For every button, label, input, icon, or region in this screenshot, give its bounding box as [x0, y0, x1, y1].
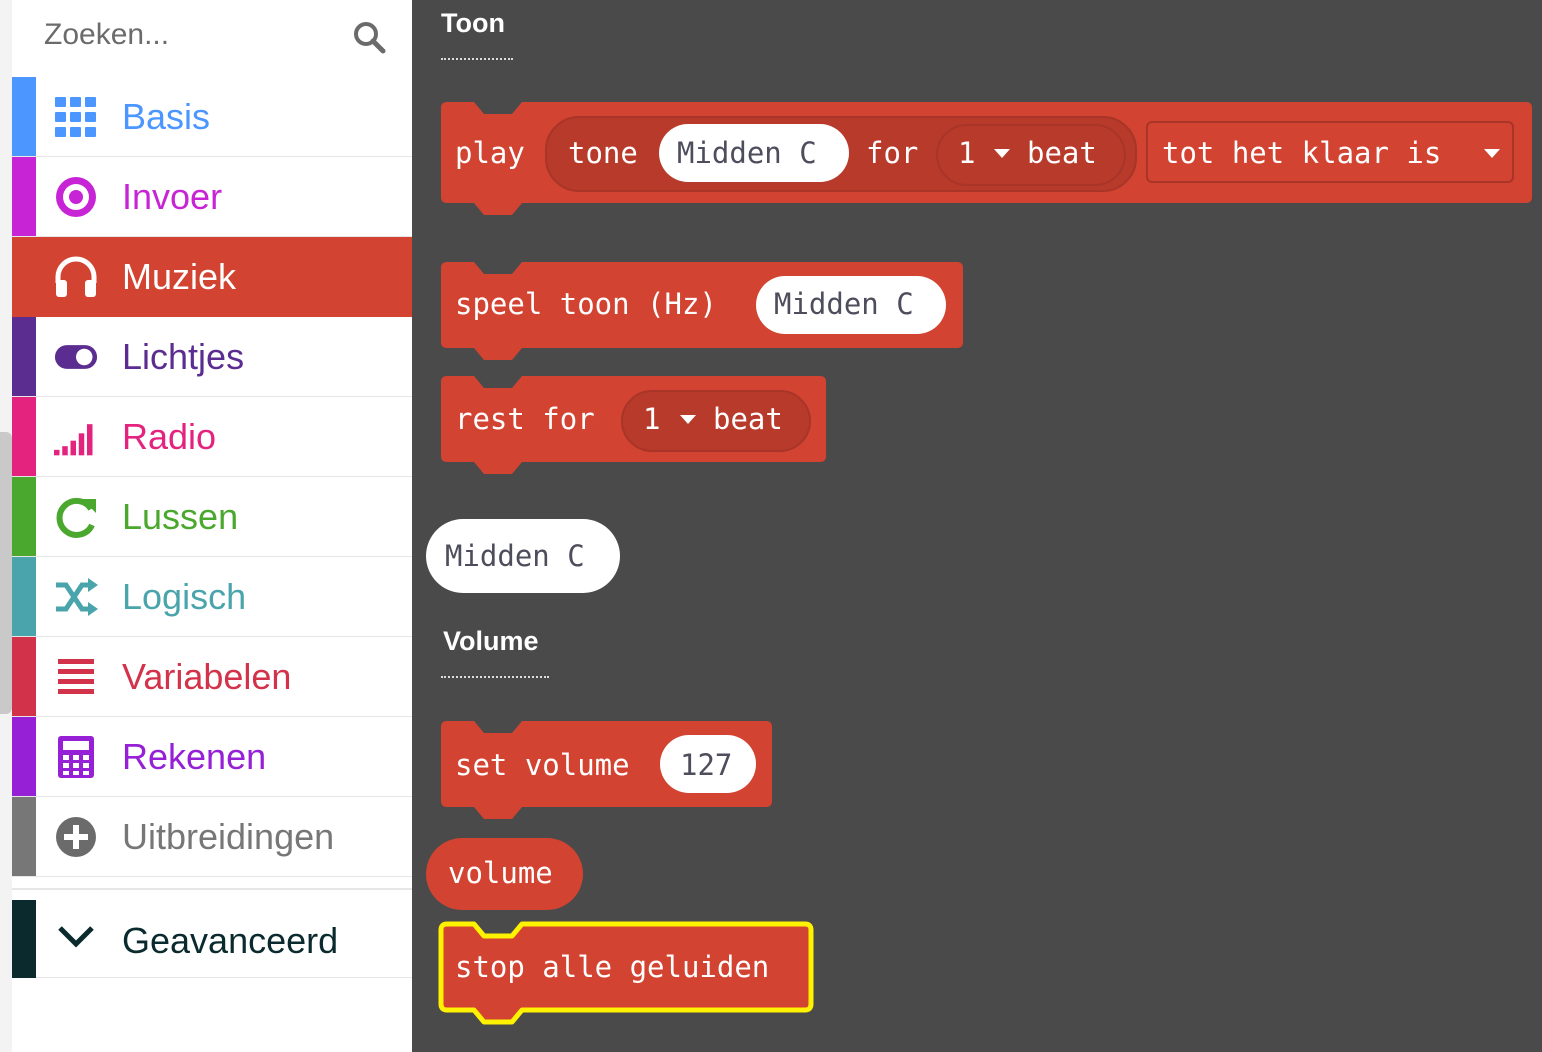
caret-down-icon — [1484, 149, 1500, 158]
category-variabelen[interactable]: Variabelen — [12, 637, 412, 717]
category-color-bar — [12, 77, 36, 156]
category-rekenen[interactable]: Rekenen — [12, 717, 412, 797]
category-label: Radio — [122, 416, 217, 457]
category-invoer[interactable]: Invoer — [12, 157, 412, 237]
category-color-bar — [12, 557, 36, 636]
sidebar-scroll-handle[interactable] — [0, 432, 12, 714]
category-muziek[interactable]: Muziek — [12, 237, 412, 317]
block-text: set volume — [455, 748, 630, 782]
category-label: Lussen — [122, 496, 239, 537]
plus-circle-icon — [56, 817, 96, 857]
heading-underline — [441, 58, 513, 60]
category-geavanceerd[interactable]: Geavanceerd — [12, 888, 412, 978]
section-heading-toon: Toon — [441, 8, 505, 38]
category-label: Rekenen — [122, 736, 267, 777]
category-label: Lichtjes — [122, 336, 245, 377]
toolbox-sidebar: Zoeken... Basis Invoer Muziek Lichtjes R… — [0, 0, 412, 1052]
blocks-flyout: Toon play tone Midden C for 1 beat tot h… — [412, 0, 1542, 1052]
category-color-bar — [12, 717, 36, 796]
heading-underline — [441, 676, 549, 678]
category-color-bar — [12, 237, 36, 316]
block-text: stop alle geluiden — [455, 950, 770, 984]
category-label: Logisch — [122, 576, 247, 617]
headphones-icon — [55, 256, 97, 297]
beat-value: 1 — [958, 136, 976, 170]
block-text-tone: tone — [568, 136, 638, 170]
category-color-bar — [12, 397, 36, 476]
block-text-beat: beat — [713, 402, 783, 436]
block-text-for: for — [866, 136, 919, 170]
volume-value: 127 — [680, 748, 733, 782]
caret-down-icon — [680, 415, 696, 424]
block-text-play: play — [455, 136, 525, 170]
category-uitbreidingen[interactable]: Uitbreidingen — [12, 797, 412, 877]
category-basis[interactable]: Basis — [12, 77, 412, 157]
category-label: Basis — [122, 96, 211, 137]
calculator-icon — [58, 736, 94, 778]
note-value: Midden C — [677, 136, 817, 170]
category-color-bar — [12, 637, 36, 716]
category-color-bar — [12, 797, 36, 876]
chevron-down-icon — [58, 926, 94, 948]
play-mode-value: tot het klaar is — [1162, 136, 1442, 170]
shuffle-icon — [56, 578, 98, 616]
beat-value: 1 — [643, 402, 661, 436]
category-label: Geavanceerd — [122, 920, 339, 961]
toggle-icon — [54, 345, 98, 369]
category-color-bar — [12, 317, 36, 396]
category-radio[interactable]: Radio — [12, 397, 412, 477]
note-value: Midden C — [774, 287, 914, 321]
category-label: Muziek — [122, 256, 237, 297]
target-icon — [56, 177, 96, 217]
category-logisch[interactable]: Logisch — [12, 557, 412, 637]
list-icon — [58, 659, 94, 694]
note-value: Midden C — [445, 539, 585, 573]
block-text: rest for — [455, 402, 595, 436]
category-label: Invoer — [122, 176, 223, 217]
category-label: Variabelen — [122, 656, 292, 697]
grid-icon — [55, 97, 96, 137]
search-box[interactable]: Zoeken... — [12, 0, 412, 77]
category-lichtjes[interactable]: Lichtjes — [12, 317, 412, 397]
signal-bars-icon — [54, 424, 93, 456]
block-text-beat: beat — [1027, 136, 1097, 170]
search-icon[interactable] — [352, 20, 386, 54]
category-color-bar — [12, 157, 36, 236]
block-text: volume — [448, 856, 553, 890]
block-text: speel toon (Hz) — [455, 287, 717, 321]
category-lussen[interactable]: Lussen — [12, 477, 412, 557]
category-color-bar — [12, 900, 36, 978]
caret-down-icon — [994, 149, 1010, 158]
search-input[interactable]: Zoeken... — [44, 18, 169, 52]
category-color-bar — [12, 477, 36, 556]
category-label: Uitbreidingen — [122, 816, 335, 857]
section-heading-volume: Volume — [443, 626, 539, 656]
refresh-icon — [56, 497, 96, 538]
